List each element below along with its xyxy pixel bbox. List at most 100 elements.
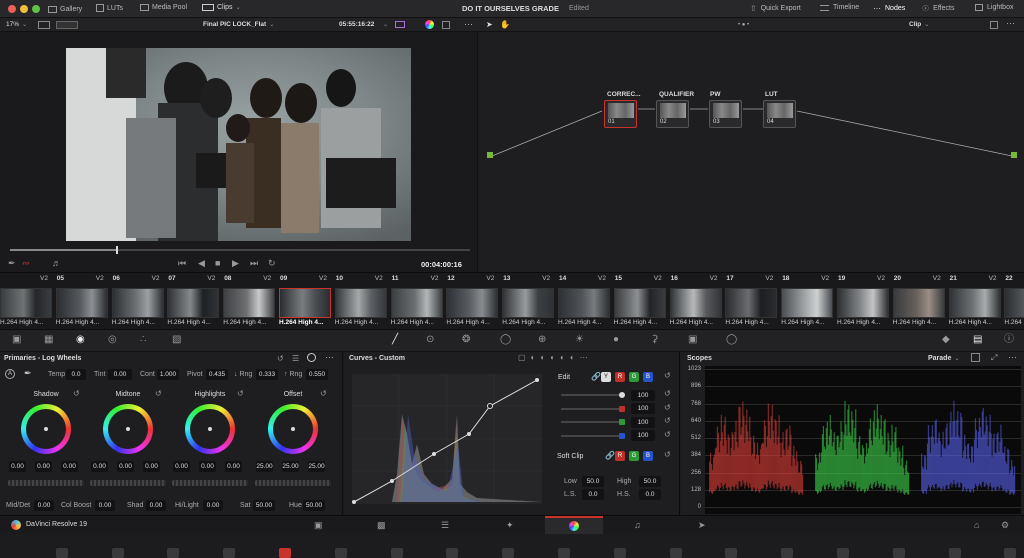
viewer-scrubber[interactable] bbox=[10, 246, 470, 254]
channel-g-button[interactable]: G bbox=[629, 372, 639, 382]
fairlight-page-icon[interactable]: ♫ bbox=[634, 520, 641, 530]
media-page-icon[interactable]: ▣ bbox=[314, 520, 323, 530]
zoom-dropdown[interactable]: 17% ⌄ bbox=[6, 21, 27, 28]
skip-back-icon[interactable]: ⏮ bbox=[178, 258, 186, 268]
fusion-page-icon[interactable]: ✦ bbox=[506, 520, 514, 530]
pivot-field[interactable]: 0.435 bbox=[206, 369, 228, 380]
node-pw[interactable]: 03 bbox=[709, 100, 742, 128]
viewer-image[interactable] bbox=[66, 48, 411, 241]
wheel-value-field[interactable]: 25.00 bbox=[282, 461, 299, 472]
clip-thumbnail[interactable] bbox=[725, 288, 778, 318]
clip-thumbnail[interactable] bbox=[892, 288, 945, 318]
wheel-value-field[interactable]: 25.00 bbox=[308, 461, 325, 472]
wheel-handle[interactable] bbox=[291, 427, 295, 431]
lightbox-button[interactable]: Lightbox bbox=[975, 4, 1013, 11]
color-page-tab[interactable] bbox=[545, 516, 603, 534]
scope-settings-icon[interactable] bbox=[971, 353, 980, 362]
window-maximize-button[interactable] bbox=[32, 5, 40, 13]
rng-high-field[interactable]: 0.550 bbox=[306, 369, 328, 380]
loop-icon[interactable]: ↻ bbox=[268, 258, 276, 268]
channel-b-button[interactable]: B bbox=[643, 372, 653, 382]
clip-thumbnail[interactable] bbox=[502, 288, 555, 318]
clip-thumbnail[interactable] bbox=[279, 288, 331, 318]
wheel-handle[interactable] bbox=[44, 427, 48, 431]
curve-mode-icons[interactable]: ▢◐◐◐◐◐⋯ bbox=[518, 353, 593, 362]
color-picker-icon[interactable] bbox=[425, 20, 434, 29]
wheel-handle[interactable] bbox=[208, 427, 212, 431]
scrubber-playhead[interactable] bbox=[115, 246, 118, 254]
luts-tab[interactable]: LUTs bbox=[96, 4, 123, 12]
scope-expand-icon[interactable]: ⤢ bbox=[991, 353, 997, 363]
reset-icon[interactable]: ↺ bbox=[664, 389, 671, 398]
stop-icon[interactable]: ■ bbox=[215, 258, 220, 268]
window-close-button[interactable] bbox=[8, 5, 16, 13]
intensity-field[interactable]: 100 bbox=[631, 430, 655, 441]
intensity-slider[interactable] bbox=[561, 421, 625, 423]
hue-field[interactable]: 50.00 bbox=[303, 500, 325, 511]
3d-icon[interactable]: ◯ bbox=[726, 335, 737, 345]
clip-thumbnail[interactable] bbox=[390, 288, 443, 318]
clip-thumbnail[interactable] bbox=[837, 288, 889, 318]
clip-thumbnail[interactable] bbox=[669, 288, 722, 318]
master-wheel-dial[interactable] bbox=[172, 480, 248, 486]
clip-thumbnail[interactable] bbox=[55, 288, 108, 318]
intensity-field[interactable]: 100 bbox=[631, 403, 655, 414]
clip-thumbnail[interactable] bbox=[111, 288, 164, 318]
reset-icon[interactable]: ↺ bbox=[320, 389, 327, 398]
reset-icon[interactable]: ↺ bbox=[664, 371, 671, 380]
edit-page-icon[interactable]: ☰ bbox=[441, 520, 449, 530]
reset-icon[interactable]: ↺ bbox=[155, 389, 162, 398]
magic-mask-icon[interactable]: ☀ bbox=[575, 335, 584, 345]
high-field[interactable]: 50.0 bbox=[639, 476, 661, 487]
wheel-value-field[interactable]: 0.00 bbox=[199, 461, 216, 472]
clip-thumbnail[interactable] bbox=[1004, 288, 1024, 318]
intensity-knob[interactable] bbox=[619, 405, 625, 412]
node-correction[interactable]: 01 bbox=[604, 100, 637, 128]
skip-forward-icon[interactable]: ⏭ bbox=[250, 258, 258, 268]
reset-icon[interactable]: ↺ bbox=[237, 389, 244, 398]
wheel-value-field[interactable]: 0.00 bbox=[61, 461, 78, 472]
wheel-value-field[interactable]: 0.00 bbox=[91, 461, 108, 472]
picker-icon[interactable]: ✒ bbox=[24, 368, 32, 379]
clip-thumbnail[interactable] bbox=[334, 288, 387, 318]
intensity-field[interactable]: 100 bbox=[631, 416, 655, 428]
motion-effects-icon[interactable]: ▧ bbox=[172, 335, 181, 345]
middet-field[interactable]: 0.00 bbox=[34, 500, 54, 511]
timeline-name-dropdown[interactable]: Final PIC LOCK_Flat ⌄ bbox=[203, 21, 274, 28]
ls-field[interactable]: 0.0 bbox=[582, 489, 604, 500]
link-icon[interactable]: 🔗 bbox=[605, 451, 615, 460]
tint-field[interactable]: 0.00 bbox=[108, 369, 132, 380]
play-reverse-icon[interactable]: ◀ bbox=[198, 258, 205, 268]
master-wheel-dial[interactable] bbox=[90, 480, 166, 486]
intensity-field[interactable]: 100 bbox=[631, 389, 655, 401]
clip-thumbnail[interactable] bbox=[781, 288, 834, 318]
gallery-tab[interactable]: Gallery bbox=[48, 4, 82, 15]
intensity-knob[interactable] bbox=[619, 432, 625, 439]
temp-field[interactable]: 0.0 bbox=[66, 369, 86, 380]
tracker-icon[interactable]: ⊕ bbox=[538, 335, 546, 345]
info-icon[interactable]: ⓘ bbox=[1004, 335, 1014, 345]
reset-icon[interactable]: ↺ bbox=[664, 450, 671, 459]
clip-thumbnail[interactable] bbox=[0, 288, 52, 318]
master-wheel-dial[interactable] bbox=[8, 480, 84, 486]
reset-icon[interactable]: ↺ bbox=[277, 354, 284, 363]
viewer-more-icon[interactable]: ⋯ bbox=[464, 19, 473, 30]
shuttle-icon[interactable]: ∾ bbox=[22, 258, 30, 268]
viewer-option-icon[interactable] bbox=[442, 21, 450, 29]
node-lut[interactable]: 04 bbox=[763, 100, 796, 128]
softclip-b-button[interactable]: B bbox=[643, 451, 653, 461]
clip-thumbnail[interactable] bbox=[167, 288, 220, 318]
deliver-page-icon[interactable]: ➤ bbox=[698, 520, 706, 530]
wheel-value-field[interactable]: 0.00 bbox=[173, 461, 190, 472]
timecode-options-icon[interactable]: ⌄ bbox=[383, 21, 388, 28]
sat-field[interactable]: 50.00 bbox=[253, 500, 275, 511]
more-icon[interactable]: ⋯ bbox=[325, 352, 334, 363]
play-icon[interactable]: ▶ bbox=[232, 258, 239, 268]
nodes-button[interactable]: ⋯ Nodes bbox=[873, 4, 905, 13]
intensity-slider[interactable] bbox=[561, 407, 625, 410]
wheel-value-field[interactable]: 0.00 bbox=[143, 461, 160, 472]
reset-icon[interactable]: ↺ bbox=[73, 389, 80, 398]
scopes-icon[interactable]: ▤ bbox=[973, 335, 982, 345]
bars-icon[interactable]: ☰ bbox=[292, 354, 299, 363]
settings-icon[interactable]: ⚙ bbox=[1001, 520, 1009, 530]
